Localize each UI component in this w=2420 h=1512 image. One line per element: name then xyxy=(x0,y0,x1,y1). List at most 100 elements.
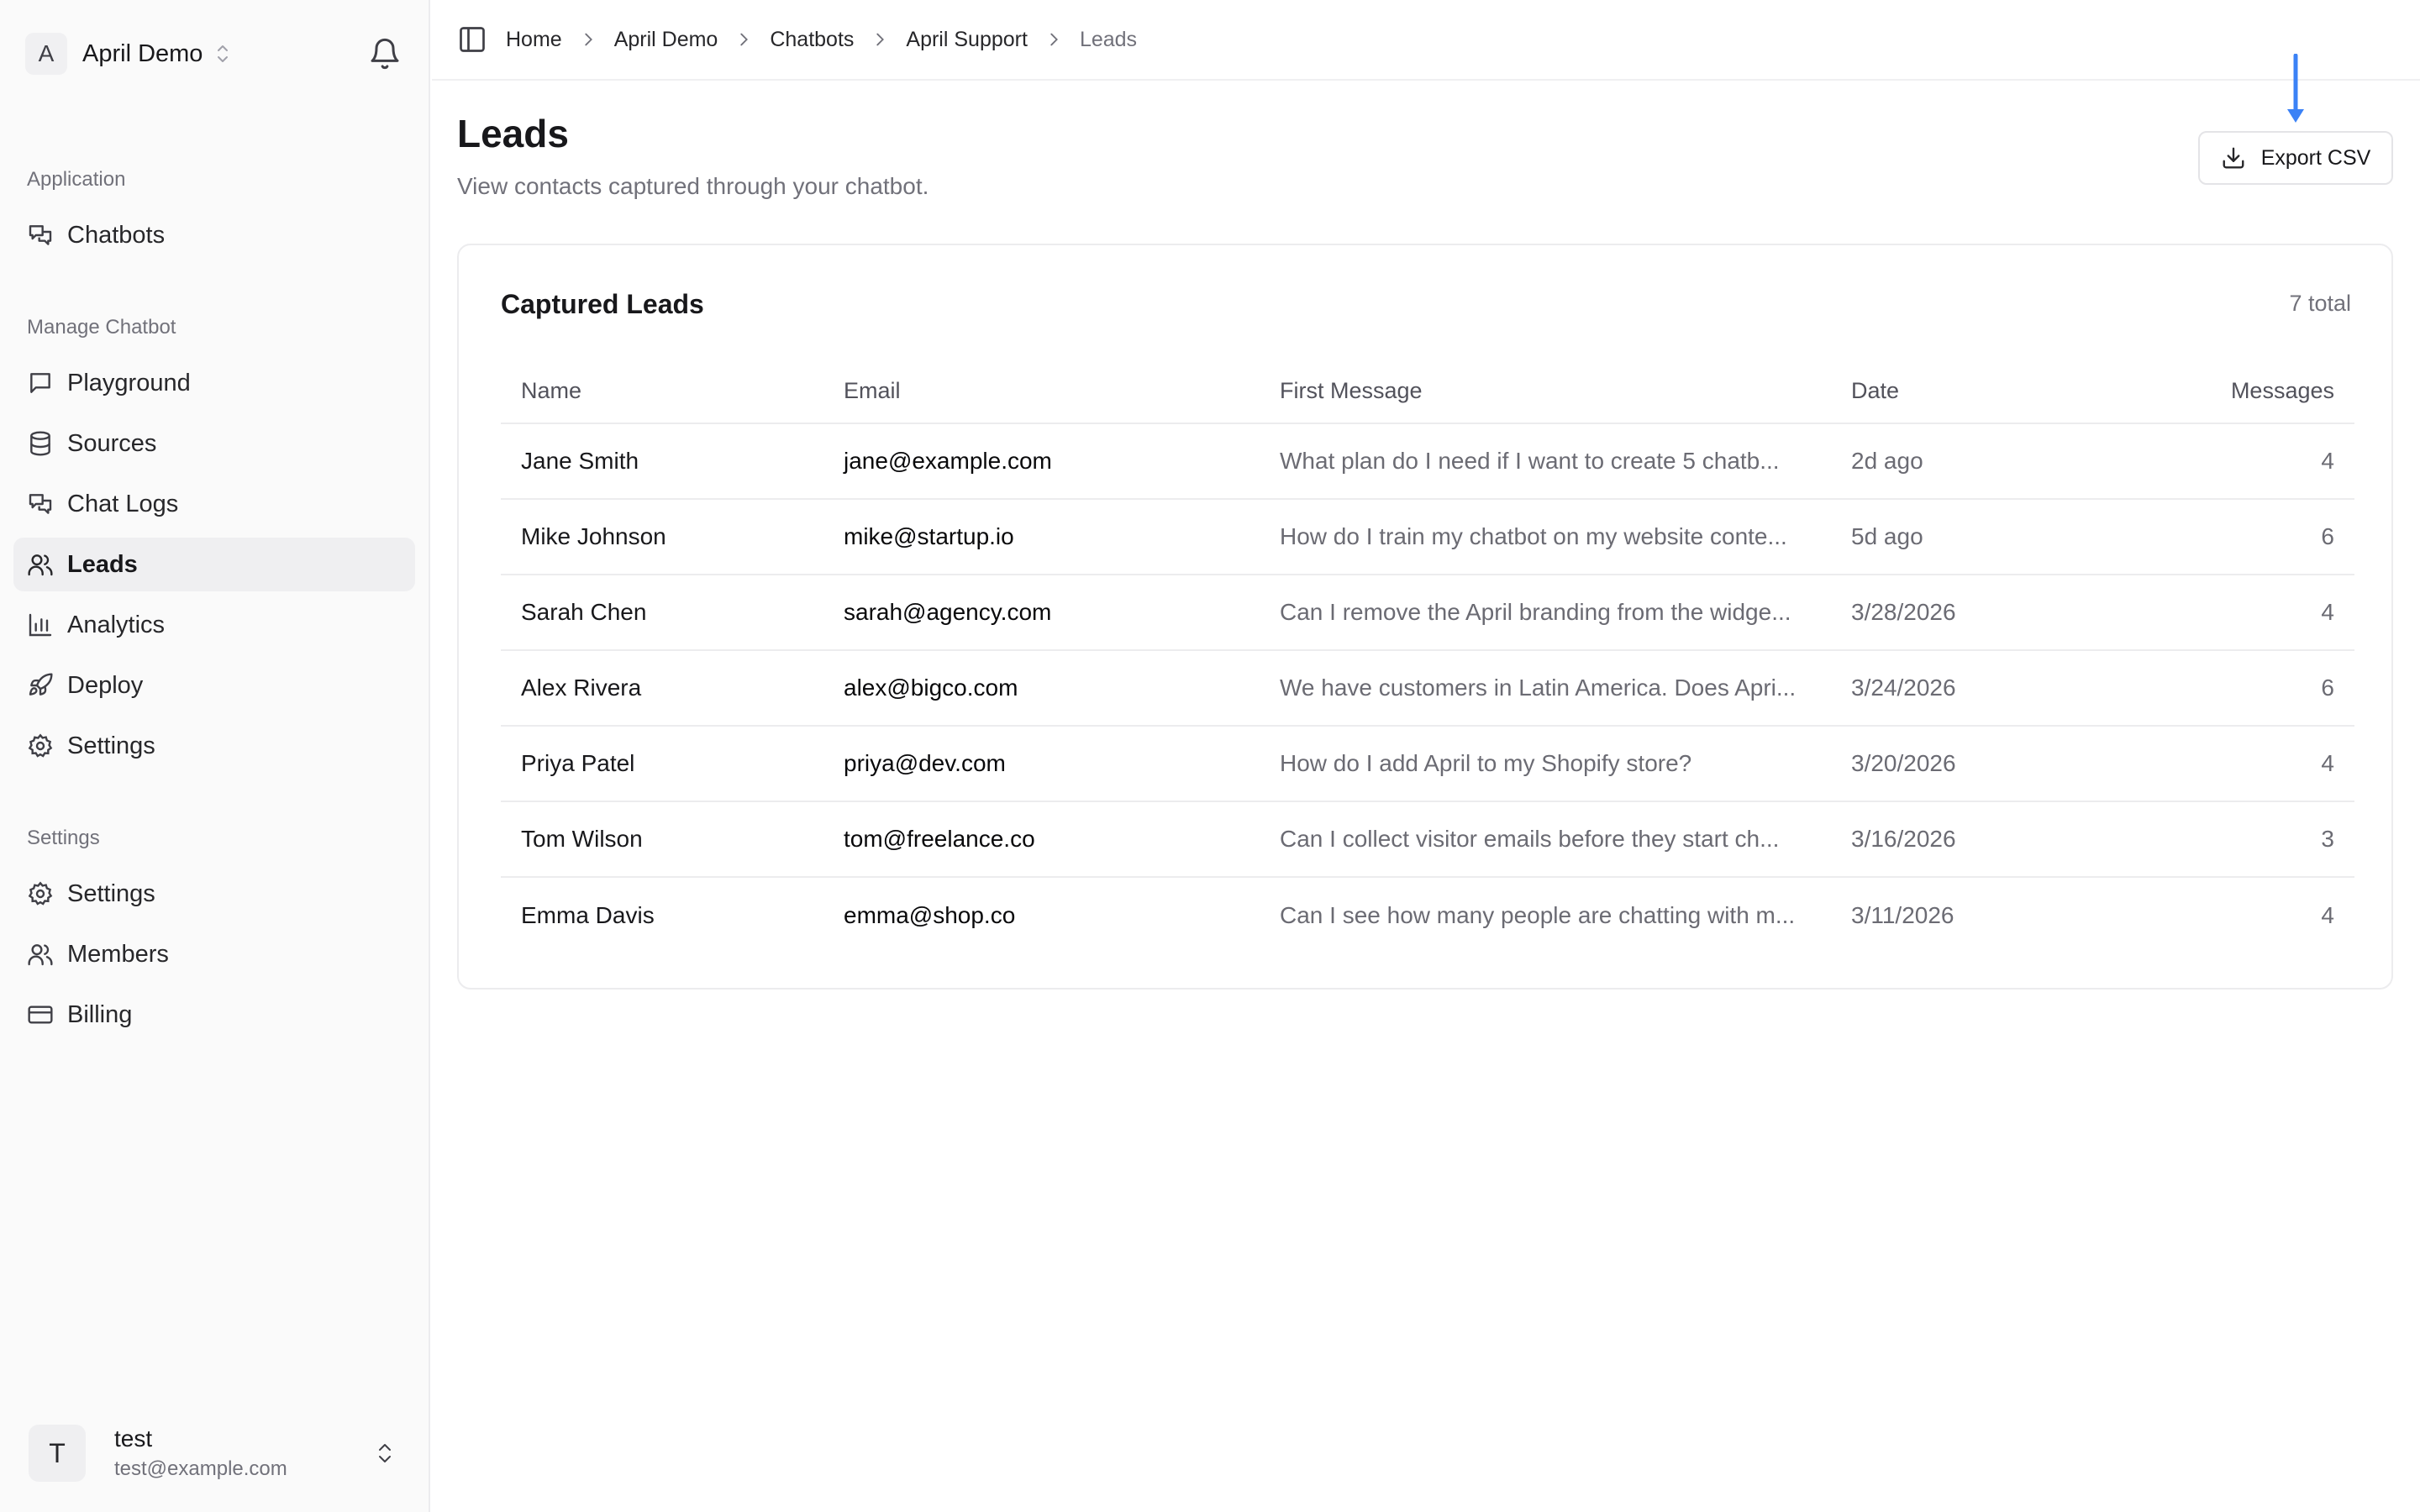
sidebar-item-label: Billing xyxy=(67,1000,133,1028)
table-row[interactable]: Priya Patel priya@dev.com How do I add A… xyxy=(501,726,2354,802)
sidebar-item-label: Leads xyxy=(67,550,138,578)
table-row[interactable]: Alex Rivera alex@bigco.com We have custo… xyxy=(501,650,2354,727)
gear-icon xyxy=(28,733,53,758)
lead-email: emma@shop.co xyxy=(844,901,1016,928)
table-header-row: Name Email First Message Date Messages xyxy=(501,360,2354,424)
sidebar-item-label: Chat Logs xyxy=(67,490,179,517)
users-icon xyxy=(28,944,53,966)
sidebar-item-label: Members xyxy=(67,940,169,968)
gear-icon xyxy=(28,881,53,906)
lead-name: Tom Wilson xyxy=(501,801,823,878)
lead-name: Emma Davis xyxy=(521,901,655,928)
card-title: Captured Leads xyxy=(501,289,704,319)
user-email: test@example.com xyxy=(114,1457,287,1480)
lead-date: 3/16/2026 xyxy=(1831,801,2108,878)
lead-date: 5d ago xyxy=(1831,499,2108,575)
lead-email: sarah@agency.com xyxy=(823,575,1260,651)
breadcrumb-chatbot[interactable]: April Support xyxy=(906,28,1028,52)
breadcrumb-home[interactable]: Home xyxy=(506,28,562,52)
chevron-right-icon xyxy=(1050,33,1058,46)
rocket-icon xyxy=(29,673,53,696)
lead-message-count: 4 xyxy=(2108,575,2354,651)
arrow-down-icon xyxy=(2287,54,2304,123)
table-row[interactable]: Mike Johnson mike@startup.io How do I tr… xyxy=(501,499,2354,575)
sidebar-item-members[interactable]: Members xyxy=(13,927,415,981)
lead-email: tom@freelance.co xyxy=(823,801,1260,878)
sidebar-item-label: Analytics xyxy=(67,611,166,638)
user-menu[interactable]: T test test@example.com xyxy=(13,1408,415,1499)
page-subtitle: View contacts captured through your chat… xyxy=(457,173,929,199)
lead-name: Priya Patel xyxy=(501,726,823,802)
lead-date: 2d ago xyxy=(1831,423,2108,500)
nav-group-manage: Manage Chatbot xyxy=(27,316,176,339)
breadcrumb-current: Leads xyxy=(1079,27,1138,51)
sidebar-item-chat-logs[interactable]: Chat Logs xyxy=(13,477,415,531)
sidebar: A April Demo Application Chatbots Manage… xyxy=(0,0,430,1512)
chevrons-up-down-icon xyxy=(218,45,229,62)
lead-message-count: 4 xyxy=(2108,726,2354,802)
bell-icon[interactable] xyxy=(368,37,402,71)
lead-message-count: 4 xyxy=(2321,901,2334,928)
workspace-avatar: A xyxy=(25,33,67,75)
lead-date: 3/11/2026 xyxy=(1851,901,1954,928)
lead-email: alex@bigco.com xyxy=(823,650,1260,727)
lead-name: Alex Rivera xyxy=(501,650,823,727)
message-square-icon xyxy=(30,373,50,393)
lead-first-message: Can I collect visitor emails before they… xyxy=(1260,801,1831,878)
lead-name: Sarah Chen xyxy=(501,575,823,651)
lead-message-count: 3 xyxy=(2108,801,2354,878)
table-row[interactable]: Emma Davis emma@shop.co Can I see how ma… xyxy=(501,877,2354,953)
lead-email: jane@example.com xyxy=(823,423,1260,500)
page-title: Leads xyxy=(457,112,569,155)
lead-first-message: Can I remove the April branding from the… xyxy=(1260,575,1831,651)
sidebar-item-label: Settings xyxy=(67,732,155,759)
lead-first-message: We have customers in Latin America. Does… xyxy=(1260,650,1831,727)
sidebar-item-deploy[interactable]: Deploy xyxy=(13,659,415,712)
lead-message-count: 6 xyxy=(2108,499,2354,575)
chats-icon xyxy=(29,494,52,514)
sidebar-item-sources[interactable]: Sources xyxy=(13,417,415,470)
column-header-name: Name xyxy=(501,360,823,424)
lead-first-message: Can I see how many people are chatting w… xyxy=(1280,901,1796,928)
column-header-date: Date xyxy=(1831,360,2108,424)
breadcrumb-workspace[interactable]: April Demo xyxy=(614,28,718,52)
export-csv-label: Export CSV xyxy=(2260,145,2371,170)
user-info: test test@example.com xyxy=(114,1425,287,1481)
sidebar-item-analytics[interactable]: Analytics xyxy=(13,598,415,652)
lead-name: Jane Smith xyxy=(501,423,823,500)
table-row[interactable]: Tom Wilson tom@freelance.co Can I collec… xyxy=(501,801,2354,878)
download-icon xyxy=(2223,147,2244,169)
sidebar-toggle-icon[interactable] xyxy=(457,24,487,55)
column-header-messages: Messages xyxy=(2108,360,2354,424)
breadcrumb: Home April Demo Chatbots April Support L… xyxy=(506,28,1137,52)
sidebar-item-leads[interactable]: Leads xyxy=(13,538,415,591)
export-csv-button[interactable]: Export CSV xyxy=(2198,131,2393,185)
sidebar-item-bot-settings[interactable]: Settings xyxy=(13,719,415,773)
lead-first-message: How do I add April to my Shopify store? xyxy=(1260,726,1831,802)
chevron-right-icon xyxy=(876,33,885,46)
app-window: A April Demo Application Chatbots Manage… xyxy=(0,0,2420,1512)
nav-group-application: Application xyxy=(27,168,126,191)
table-row[interactable]: Sarah Chen sarah@agency.com Can I remove… xyxy=(501,575,2354,651)
lead-message-count: 6 xyxy=(2108,650,2354,727)
sidebar-item-label: Playground xyxy=(67,369,191,396)
sidebar-item-chatbots[interactable]: Chatbots xyxy=(13,208,415,262)
sidebar-item-label: Sources xyxy=(67,429,157,457)
lead-first-message: How do I train my chatbot on my website … xyxy=(1260,499,1831,575)
lead-message-count: 4 xyxy=(2108,423,2354,500)
sidebar-item-org-settings[interactable]: Settings xyxy=(13,867,415,921)
breadcrumb-chatbots[interactable]: Chatbots xyxy=(770,28,854,52)
sidebar-item-billing[interactable]: Billing xyxy=(13,988,415,1042)
chevrons-up-down-icon xyxy=(379,1444,391,1462)
workspace-switcher[interactable]: A April Demo xyxy=(25,32,231,76)
chevron-right-icon xyxy=(585,33,592,46)
lead-email: priya@dev.com xyxy=(823,726,1260,802)
sidebar-item-label: Chatbots xyxy=(67,221,166,249)
table-row[interactable]: Jane Smith jane@example.com What plan do… xyxy=(501,423,2354,500)
lead-date: 3/24/2026 xyxy=(1831,650,2108,727)
chevron-right-icon xyxy=(740,33,749,46)
sidebar-item-label: Settings xyxy=(67,879,155,907)
users-icon xyxy=(28,554,53,576)
sidebar-item-playground[interactable]: Playground xyxy=(13,356,415,410)
lead-date: 3/28/2026 xyxy=(1831,575,2108,651)
